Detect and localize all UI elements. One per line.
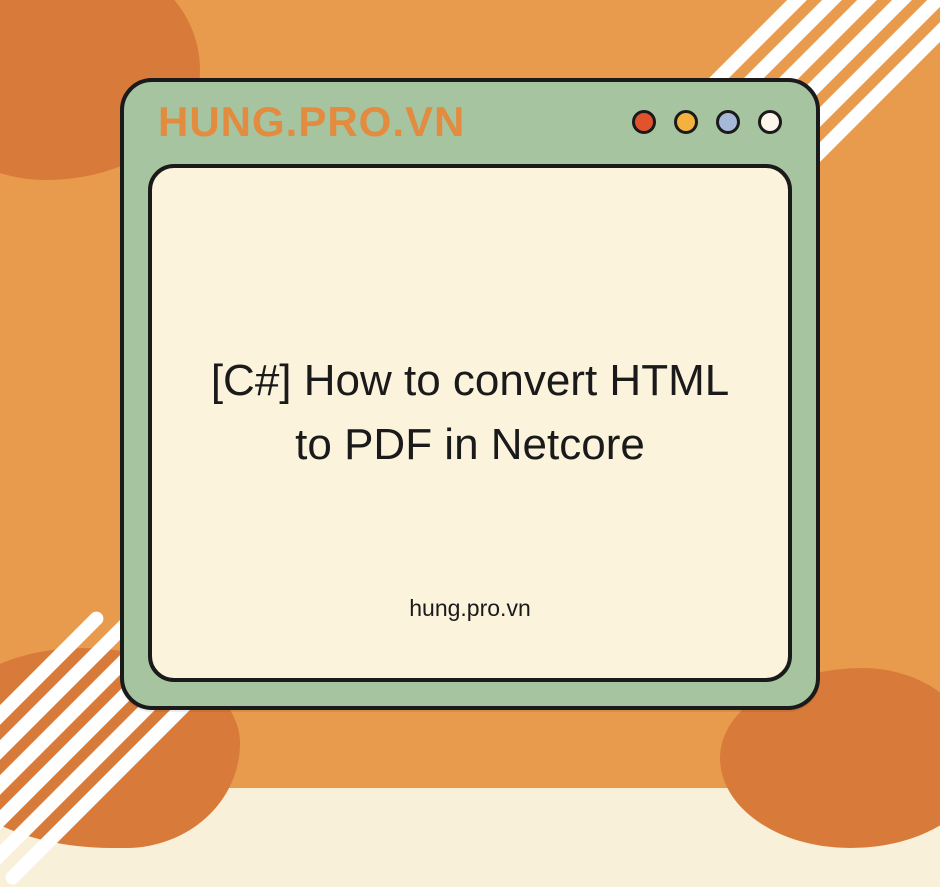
article-headline: [C#] How to convert HTML to PDF in Netco… — [192, 349, 748, 477]
window-dot-yellow-icon — [674, 110, 698, 134]
window-title: HUNG.PRO.VN — [158, 98, 465, 146]
footer-domain: hung.pro.vn — [409, 595, 530, 622]
window-dot-white-icon — [758, 110, 782, 134]
content-panel: [C#] How to convert HTML to PDF in Netco… — [148, 164, 792, 682]
window-dot-blue-icon — [716, 110, 740, 134]
window-titlebar: HUNG.PRO.VN — [124, 82, 816, 162]
window-dots — [632, 110, 782, 134]
window-dot-red-icon — [632, 110, 656, 134]
browser-window: HUNG.PRO.VN [C#] How to convert HTML to … — [120, 78, 820, 710]
